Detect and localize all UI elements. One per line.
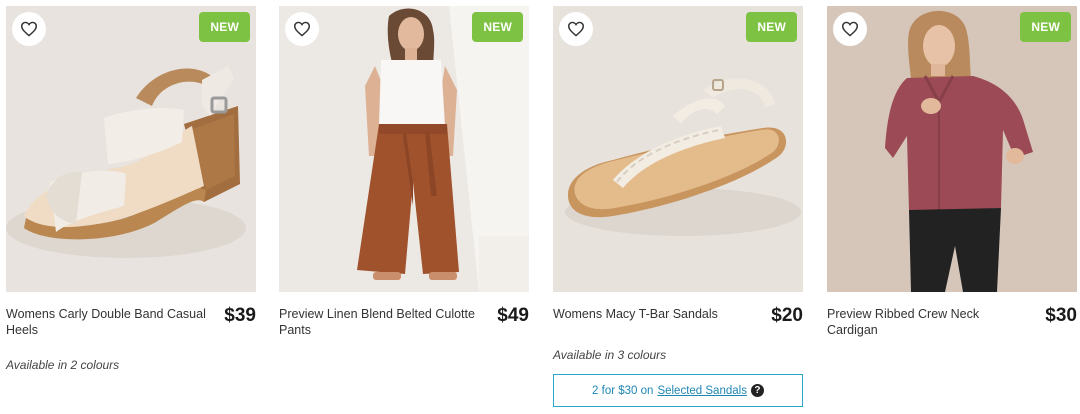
product-card: NEW Womens Macy T-Bar Sandals $20 Availa… <box>553 6 803 407</box>
heart-outline-icon <box>567 21 585 37</box>
new-badge: NEW <box>199 12 250 42</box>
product-title[interactable]: Preview Linen Blend Belted Culotte Pants <box>279 306 479 338</box>
heart-outline-icon <box>20 21 38 37</box>
product-title[interactable]: Preview Ribbed Crew Neck Cardigan <box>827 306 1027 338</box>
new-badge: NEW <box>746 12 797 42</box>
new-badge: NEW <box>1020 12 1071 42</box>
model-culotte-photo <box>279 6 529 292</box>
product-card: NEW Womens Carly Double Band Casual Heel… <box>6 6 256 372</box>
new-badge: NEW <box>472 12 523 42</box>
heart-outline-icon <box>841 21 859 37</box>
model-cardigan-photo <box>827 6 1077 292</box>
wishlist-button[interactable] <box>12 12 46 46</box>
tbar-sandal-photo <box>553 6 803 292</box>
heel-sandal-photo <box>6 6 256 292</box>
product-card: NEW Preview Ribbed Crew Neck Cardigan $3… <box>827 6 1077 338</box>
heart-outline-icon <box>293 21 311 37</box>
product-card: NEW Preview Linen Blend Belted Culotte P… <box>279 6 529 338</box>
promo-link[interactable]: Selected Sandals <box>657 385 747 397</box>
product-price: $30 <box>1045 305 1077 326</box>
product-image[interactable]: NEW <box>827 6 1077 292</box>
product-image[interactable]: NEW <box>279 6 529 292</box>
product-price: $20 <box>771 305 803 326</box>
product-image[interactable]: NEW <box>6 6 256 292</box>
product-price: $39 <box>224 305 256 326</box>
product-title[interactable]: Womens Macy T-Bar Sandals <box>553 306 718 322</box>
product-image[interactable]: NEW <box>553 6 803 292</box>
wishlist-button[interactable] <box>285 12 319 46</box>
promo-text: 2 for $30 on <box>592 384 654 397</box>
promo-offer-button[interactable]: 2 for $30 on Selected Sandals ? <box>553 374 803 407</box>
availability-text: Available in 2 colours <box>6 358 120 372</box>
product-grid: NEW Womens Carly Double Band Casual Heel… <box>0 0 1080 414</box>
availability-text: Available in 3 colours <box>553 348 667 362</box>
wishlist-button[interactable] <box>559 12 593 46</box>
product-price: $49 <box>497 305 529 326</box>
question-circle-icon[interactable]: ? <box>750 384 764 397</box>
product-title[interactable]: Womens Carly Double Band Casual Heels <box>6 306 206 338</box>
wishlist-button[interactable] <box>833 12 867 46</box>
